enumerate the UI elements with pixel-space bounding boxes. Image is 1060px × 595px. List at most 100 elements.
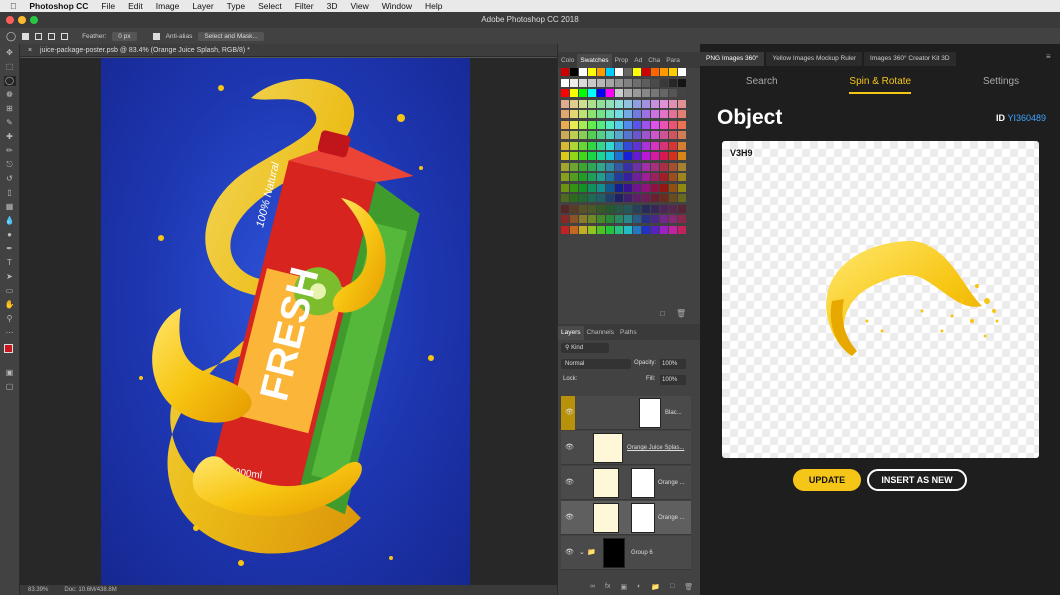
more-tools-icon[interactable]: ⋯ xyxy=(4,328,16,338)
color-swatch[interactable] xyxy=(588,194,596,202)
menu-edit[interactable]: Edit xyxy=(128,1,143,11)
color-swatch[interactable] xyxy=(615,225,623,234)
menu-filter[interactable]: Filter xyxy=(295,1,314,11)
color-swatch[interactable] xyxy=(669,215,677,223)
color-swatch[interactable] xyxy=(642,162,650,171)
quick-mask-icon[interactable]: ▣ xyxy=(4,368,16,378)
color-swatch[interactable] xyxy=(561,225,569,234)
color-swatch[interactable] xyxy=(651,141,659,150)
color-swatch[interactable] xyxy=(561,110,569,118)
color-swatch[interactable] xyxy=(651,194,659,202)
layer-group-row[interactable]: 👁 ⌄ 📁 Group 6 xyxy=(561,536,691,570)
color-swatch[interactable] xyxy=(606,68,614,76)
color-swatch[interactable] xyxy=(561,78,569,87)
tab-character[interactable]: Cha xyxy=(645,54,663,68)
layer-row[interactable]: 👁 Orange Juice Splas... xyxy=(561,431,691,465)
color-swatch[interactable] xyxy=(660,141,668,150)
color-swatch[interactable] xyxy=(624,173,632,181)
color-swatch[interactable] xyxy=(615,152,623,160)
color-swatch[interactable] xyxy=(642,183,650,192)
color-swatch[interactable] xyxy=(579,68,587,76)
color-swatch[interactable] xyxy=(606,120,614,129)
color-swatch[interactable] xyxy=(588,162,596,171)
color-swatch[interactable] xyxy=(678,99,686,108)
color-swatch[interactable] xyxy=(606,152,614,160)
color-swatch[interactable] xyxy=(615,162,623,171)
panel-menu-icon[interactable]: ≡ xyxy=(1046,52,1051,61)
tab-layers[interactable]: Layers xyxy=(558,326,584,340)
color-swatch[interactable] xyxy=(588,173,596,181)
color-swatch[interactable] xyxy=(669,173,677,181)
color-swatch[interactable] xyxy=(561,89,569,97)
color-swatch[interactable] xyxy=(561,99,569,108)
color-swatch[interactable] xyxy=(588,68,596,76)
color-swatch[interactable] xyxy=(624,225,632,234)
insert-as-new-button[interactable]: INSERT AS NEW xyxy=(867,469,967,491)
color-swatch[interactable] xyxy=(615,173,623,181)
new-swatch-icon[interactable]: □ xyxy=(660,309,665,318)
color-swatch[interactable] xyxy=(642,204,650,213)
menu-layer[interactable]: Layer xyxy=(192,1,213,11)
nav-spin-rotate[interactable]: Spin & Rotate xyxy=(849,76,912,94)
menu-window[interactable]: Window xyxy=(382,1,412,11)
color-swatch[interactable] xyxy=(606,215,614,223)
color-swatch[interactable] xyxy=(633,68,641,76)
color-swatch[interactable] xyxy=(615,110,623,118)
color-swatch[interactable] xyxy=(669,131,677,139)
delete-layer-icon[interactable]: 🗑 xyxy=(684,583,693,591)
menu-app-name[interactable]: Photoshop CC xyxy=(29,1,88,11)
subtract-selection-icon[interactable] xyxy=(48,32,56,40)
layer-name[interactable]: Orange ... xyxy=(658,515,685,521)
color-swatch[interactable] xyxy=(606,110,614,118)
color-swatch[interactable] xyxy=(660,225,668,234)
menu-file[interactable]: File xyxy=(101,1,115,11)
blur-tool-icon[interactable]: 💧 xyxy=(4,216,16,226)
color-swatch[interactable] xyxy=(642,225,650,234)
layer-name[interactable]: Blac... xyxy=(665,410,682,416)
color-swatch[interactable] xyxy=(606,204,614,213)
color-swatch[interactable] xyxy=(579,162,587,171)
layer-name[interactable]: Orange ... xyxy=(658,480,685,486)
color-swatch[interactable] xyxy=(615,194,623,202)
color-swatch[interactable] xyxy=(588,99,596,108)
color-swatch[interactable] xyxy=(642,152,650,160)
delete-swatch-icon[interactable]: 🗑 xyxy=(676,309,686,318)
color-swatch[interactable] xyxy=(561,120,569,129)
stamp-tool-icon[interactable]: ⎋ xyxy=(4,160,16,170)
color-swatch[interactable] xyxy=(642,68,650,76)
color-swatch[interactable] xyxy=(561,141,569,150)
color-swatch[interactable] xyxy=(588,78,596,87)
healing-tool-icon[interactable]: ✚ xyxy=(4,132,16,142)
type-tool-icon[interactable]: T xyxy=(4,258,16,268)
color-swatch[interactable] xyxy=(678,152,686,160)
color-swatch[interactable] xyxy=(651,110,659,118)
eye-icon[interactable]: 👁 xyxy=(565,408,574,416)
color-swatch[interactable] xyxy=(606,141,614,150)
color-swatch[interactable] xyxy=(678,204,686,213)
new-selection-icon[interactable] xyxy=(22,32,30,40)
color-swatch[interactable] xyxy=(633,120,641,129)
color-swatch[interactable] xyxy=(633,183,641,192)
color-swatch[interactable] xyxy=(633,173,641,181)
color-swatch[interactable] xyxy=(570,204,578,213)
tab-paragraph[interactable]: Para xyxy=(663,54,683,68)
color-swatch[interactable] xyxy=(642,173,650,181)
color-swatch[interactable] xyxy=(642,120,650,129)
color-swatch[interactable] xyxy=(660,183,668,192)
color-swatch[interactable] xyxy=(615,99,623,108)
color-swatch[interactable] xyxy=(633,225,641,234)
color-swatch[interactable] xyxy=(660,78,668,87)
layer-name[interactable]: Group 6 xyxy=(631,550,653,556)
color-swatch[interactable] xyxy=(597,78,605,87)
color-swatch[interactable] xyxy=(588,89,596,97)
color-swatch[interactable] xyxy=(678,141,686,150)
color-swatch[interactable] xyxy=(597,99,605,108)
color-swatch[interactable] xyxy=(669,183,677,192)
color-swatch[interactable] xyxy=(660,110,668,118)
color-swatch[interactable] xyxy=(588,141,596,150)
intersect-selection-icon[interactable] xyxy=(61,32,69,40)
color-swatch[interactable] xyxy=(660,131,668,139)
nav-search[interactable]: Search xyxy=(746,76,778,94)
color-swatch[interactable] xyxy=(570,225,578,234)
color-swatch[interactable] xyxy=(660,215,668,223)
